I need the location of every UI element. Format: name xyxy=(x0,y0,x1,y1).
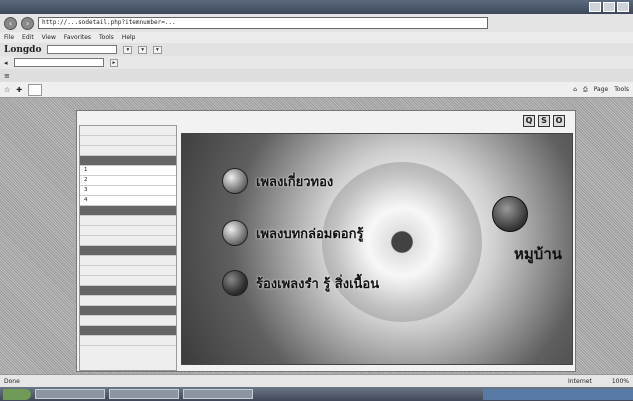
status-bar: Done Internet 100% xyxy=(0,374,633,387)
sidebar-heading xyxy=(80,326,176,336)
toolbar-brand: Longdo xyxy=(4,44,42,55)
menu-bar: File Edit View Favorites Tools Help xyxy=(0,32,633,43)
menu-edit[interactable]: Edit xyxy=(22,34,34,41)
home-button[interactable] xyxy=(492,196,528,232)
toolbar-chip[interactable]: ▾ xyxy=(153,45,162,54)
sidebar-item[interactable]: 1 xyxy=(80,166,176,176)
sidebar-item[interactable]: 4 xyxy=(80,196,176,206)
secondary-toolbar: ◂ ▸ xyxy=(0,56,633,69)
taskbar xyxy=(0,387,633,401)
taskbar-button[interactable] xyxy=(109,389,179,399)
internet-zone: Internet xyxy=(568,377,592,385)
search-toolbar: Longdo ▾ ▾ ▾ xyxy=(0,43,633,56)
url-input[interactable]: http://...sodetail.php?itemnumber=... xyxy=(38,17,488,29)
minimize-button[interactable] xyxy=(589,2,601,12)
toolbar-chip[interactable]: ▾ xyxy=(123,45,133,54)
taskbar-button[interactable] xyxy=(35,389,105,399)
taskbar-button[interactable] xyxy=(183,389,253,399)
menu-button-3[interactable]: ร้องเพลงรำ รู้ สิ่งเนื้อน xyxy=(222,270,379,296)
start-button[interactable] xyxy=(3,388,31,400)
zoom-level[interactable]: 100% xyxy=(612,378,629,385)
menu-button-2[interactable]: เพลงบทกล่อมดอกรู้ xyxy=(222,220,363,246)
flash-menu: เพลงเกี่ยวทอง เพลงบทกล่อมดอกรู้ ร้องเพลง… xyxy=(181,133,573,365)
sidebar-item[interactable] xyxy=(80,316,176,326)
links-icon: ≡ xyxy=(4,71,10,80)
sound-icon[interactable]: S xyxy=(538,115,550,127)
sidebar-item[interactable] xyxy=(80,216,176,226)
sidebar-item[interactable] xyxy=(80,126,176,136)
sidebar-item[interactable] xyxy=(80,136,176,146)
menu-label[interactable]: ร้องเพลงรำ รู้ สิ่งเนื้อน xyxy=(256,273,379,294)
sidebar-item[interactable] xyxy=(80,276,176,286)
round-button-icon[interactable] xyxy=(222,270,248,296)
sidebar-heading xyxy=(80,156,176,166)
sidebar-heading xyxy=(80,246,176,256)
sidebar-item[interactable] xyxy=(80,236,176,246)
status-text: Done xyxy=(4,377,20,385)
system-tray xyxy=(483,388,633,400)
page-viewport: Q S O 1234 เพลงเกี่ยวทอง เพลงบทกล่อมดอกร… xyxy=(0,98,633,374)
address-bar: ‹ › http://...sodetail.php?itemnumber=..… xyxy=(0,14,633,32)
close-circle-icon[interactable]: O xyxy=(553,115,565,127)
window-controls xyxy=(589,2,633,12)
toolbar-input[interactable] xyxy=(13,58,104,67)
page-top-icons: Q S O xyxy=(523,115,565,127)
back-icon[interactable]: ‹ xyxy=(4,16,17,30)
menu-file[interactable]: File xyxy=(4,34,14,41)
home-label[interactable]: หมูบ้าน xyxy=(514,242,562,266)
tab-bar: ☆ ✚ ⌂ ⎙ Page Tools xyxy=(0,82,633,98)
menu-view[interactable]: View xyxy=(42,34,56,41)
browser-title-bar xyxy=(0,0,633,14)
sidebar-item[interactable] xyxy=(80,256,176,266)
menu-label[interactable]: เพลงบทกล่อมดอกรู้ xyxy=(256,223,363,244)
sidebar-heading xyxy=(80,206,176,216)
menu-label[interactable]: เพลงเกี่ยวทอง xyxy=(256,171,333,192)
toolbar-icon[interactable]: ◂ xyxy=(4,59,8,67)
sidebar-item[interactable]: 2 xyxy=(80,176,176,186)
sidebar: 1234 xyxy=(79,125,177,371)
menu-tools[interactable]: Tools xyxy=(99,34,114,41)
sidebar-item[interactable] xyxy=(80,226,176,236)
add-favorites-icon[interactable]: ✚ xyxy=(16,86,22,94)
close-button[interactable] xyxy=(617,2,629,12)
round-button-icon[interactable] xyxy=(222,220,248,246)
menu-button-1[interactable]: เพลงเกี่ยวทอง xyxy=(222,168,333,194)
menu-help[interactable]: Help xyxy=(122,34,136,41)
sidebar-item[interactable] xyxy=(80,336,176,346)
sidebar-item[interactable]: 3 xyxy=(80,186,176,196)
sidebar-item[interactable] xyxy=(80,146,176,156)
forward-icon[interactable]: › xyxy=(21,16,34,30)
round-button-icon[interactable] xyxy=(222,168,248,194)
toolbar-chip[interactable]: ▾ xyxy=(138,45,147,54)
sidebar-heading xyxy=(80,286,176,296)
sidebar-heading xyxy=(80,306,176,316)
zoom-icon[interactable]: Q xyxy=(523,115,535,127)
page-menu[interactable]: Page xyxy=(594,86,609,94)
toolbar-search-input[interactable] xyxy=(47,45,118,54)
favorites-star-icon[interactable]: ☆ xyxy=(4,86,10,94)
tab-current[interactable] xyxy=(28,83,43,96)
tools-menu[interactable]: Tools xyxy=(614,86,629,94)
sidebar-item[interactable] xyxy=(80,266,176,276)
menu-favorites[interactable]: Favorites xyxy=(64,34,91,41)
home-icon[interactable]: ⌂ xyxy=(573,86,577,94)
command-bar: ⌂ ⎙ Page Tools xyxy=(573,86,629,94)
maximize-button[interactable] xyxy=(603,2,615,12)
web-page: Q S O 1234 เพลงเกี่ยวทอง เพลงบทกล่อมดอกร… xyxy=(76,110,576,372)
toolbar-chip[interactable]: ▸ xyxy=(109,58,119,67)
links-toolbar: ≡ xyxy=(0,69,633,82)
print-icon[interactable]: ⎙ xyxy=(583,86,588,94)
sidebar-item[interactable] xyxy=(80,296,176,306)
